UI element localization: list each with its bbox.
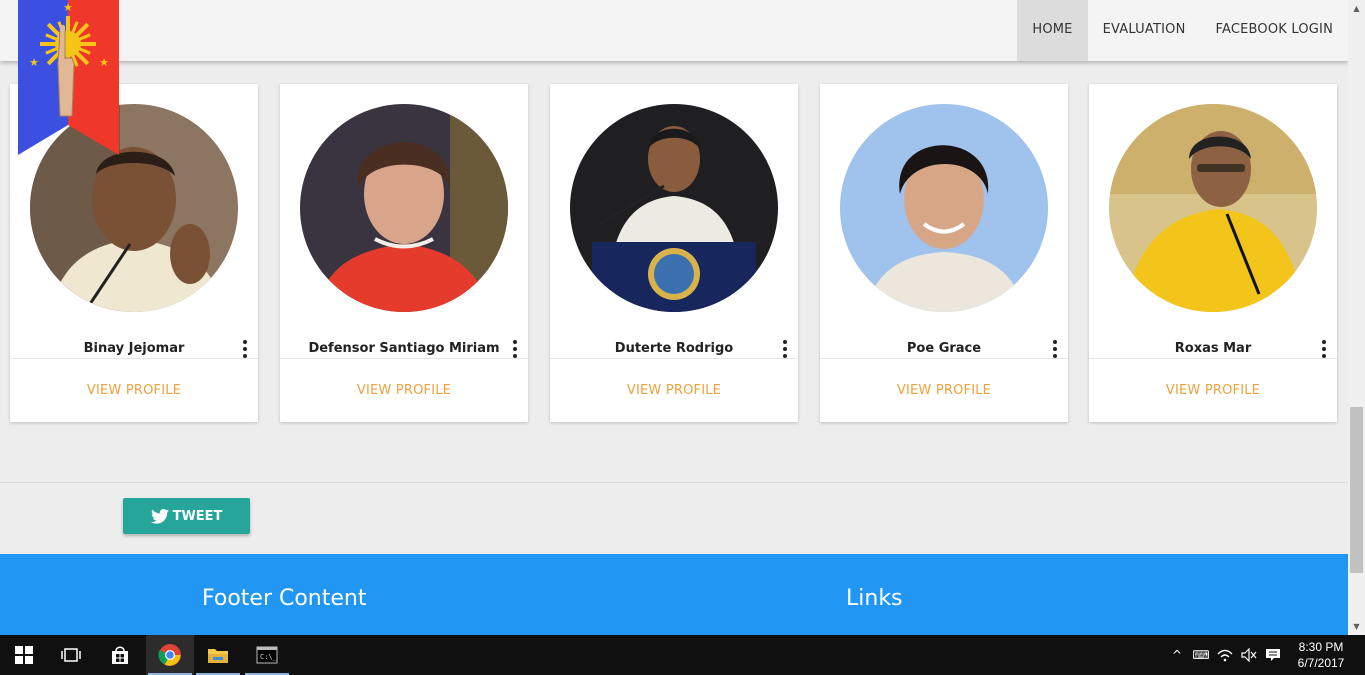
- taskbar-store[interactable]: [96, 635, 144, 675]
- chrome-icon: [158, 644, 181, 666]
- scroll-down-arrow-icon[interactable]: ▼: [1348, 618, 1365, 635]
- taskbar-command-prompt[interactable]: C:\_: [243, 635, 291, 675]
- candidate-name: Roxas Mar: [1174, 341, 1252, 356]
- candidate-card: Poe Grace VIEW PROFILE: [820, 84, 1068, 422]
- tweet-button[interactable]: TWEET: [123, 498, 250, 534]
- nav-links: HOME EVALUATION FACEBOOK LOGIN: [1017, 0, 1348, 61]
- more-vert-icon[interactable]: [510, 340, 520, 358]
- nav-home[interactable]: HOME: [1017, 0, 1088, 61]
- terminal-icon: C:\_: [256, 646, 278, 664]
- action-center-icon[interactable]: [1261, 635, 1285, 675]
- candidate-name: Duterte Rodrigo: [614, 341, 734, 356]
- wifi-icon[interactable]: [1213, 635, 1237, 675]
- view-profile-link[interactable]: VIEW PROFILE: [820, 383, 1068, 398]
- logo-ribbon-icon: ★ ★ ★: [18, 0, 119, 155]
- windows-logo-icon: [15, 646, 33, 664]
- card-divider: [820, 358, 1068, 359]
- scroll-thumb[interactable]: [1350, 407, 1363, 573]
- footer-links-title: Links: [846, 586, 903, 611]
- folder-icon: [208, 649, 228, 663]
- candidate-card: Defensor Santiago Miriam VIEW PROFILE: [280, 84, 528, 422]
- footer-content-title: Footer Content: [202, 586, 367, 611]
- candidate-photo[interactable]: [570, 104, 778, 312]
- card-divider: [10, 358, 258, 359]
- candidate-photo[interactable]: [1109, 104, 1317, 312]
- candidate-name: Defensor Santiago Miriam: [308, 341, 500, 356]
- volume-muted-icon[interactable]: [1237, 635, 1261, 675]
- task-view-button[interactable]: [47, 635, 95, 675]
- nav-facebook-login[interactable]: FACEBOOK LOGIN: [1201, 0, 1349, 61]
- card-divider: [1089, 358, 1337, 359]
- keyboard-icon[interactable]: ⌨: [1189, 635, 1213, 675]
- system-tray: ^ ⌨ 8:30 PM 6/7/2017: [1165, 635, 1365, 675]
- svg-text:★: ★: [99, 56, 109, 69]
- candidate-card: Duterte Rodrigo VIEW PROFILE: [550, 84, 798, 422]
- task-view-icon: [61, 648, 81, 662]
- browser-viewport: HOME EVALUATION FACEBOOK LOGIN ★ ★ ★ Bin…: [0, 0, 1348, 635]
- candidate-photo[interactable]: [840, 104, 1048, 312]
- tweet-label: TWEET: [172, 508, 223, 524]
- twitter-bird-icon: [150, 508, 169, 524]
- footer: Footer Content Links: [0, 554, 1348, 635]
- nav-evaluation[interactable]: EVALUATION: [1088, 0, 1201, 61]
- more-vert-icon[interactable]: [240, 340, 250, 358]
- start-button[interactable]: [0, 635, 48, 675]
- candidate-name: Poe Grace: [906, 341, 982, 356]
- chevron-up-icon[interactable]: ^: [1165, 635, 1189, 675]
- view-profile-link[interactable]: VIEW PROFILE: [550, 383, 798, 398]
- vertical-scrollbar[interactable]: ▲ ▼: [1348, 0, 1365, 635]
- svg-text:C:\_: C:\_: [260, 653, 278, 661]
- candidate-photo[interactable]: [300, 104, 508, 312]
- taskbar-chrome[interactable]: [146, 635, 194, 675]
- more-vert-icon[interactable]: [1319, 340, 1329, 358]
- more-vert-icon[interactable]: [780, 340, 790, 358]
- clock-time: 8:30 PM: [1298, 640, 1344, 654]
- scroll-up-arrow-icon[interactable]: ▲: [1348, 0, 1365, 17]
- taskbar-file-explorer[interactable]: [194, 635, 242, 675]
- card-divider: [280, 358, 528, 359]
- store-bag-icon: [112, 646, 128, 664]
- navbar: HOME EVALUATION FACEBOOK LOGIN: [0, 0, 1348, 61]
- card-divider: [550, 358, 798, 359]
- candidate-card: Roxas Mar VIEW PROFILE: [1089, 84, 1337, 422]
- svg-text:★: ★: [63, 1, 73, 14]
- taskbar-clock[interactable]: 8:30 PM 6/7/2017: [1285, 639, 1357, 671]
- windows-taskbar: C:\_ ^ ⌨ 8:30 PM 6/7/2017: [0, 635, 1365, 675]
- candidate-name: Binay Jejomar: [83, 341, 185, 356]
- view-profile-link[interactable]: VIEW PROFILE: [280, 383, 528, 398]
- clock-date: 6/7/2017: [1297, 656, 1345, 670]
- site-logo[interactable]: ★ ★ ★: [18, 0, 119, 155]
- view-profile-link[interactable]: VIEW PROFILE: [1089, 383, 1337, 398]
- section-divider: [0, 482, 1348, 483]
- svg-text:★: ★: [29, 56, 39, 69]
- more-vert-icon[interactable]: [1050, 340, 1060, 358]
- view-profile-link[interactable]: VIEW PROFILE: [10, 383, 258, 398]
